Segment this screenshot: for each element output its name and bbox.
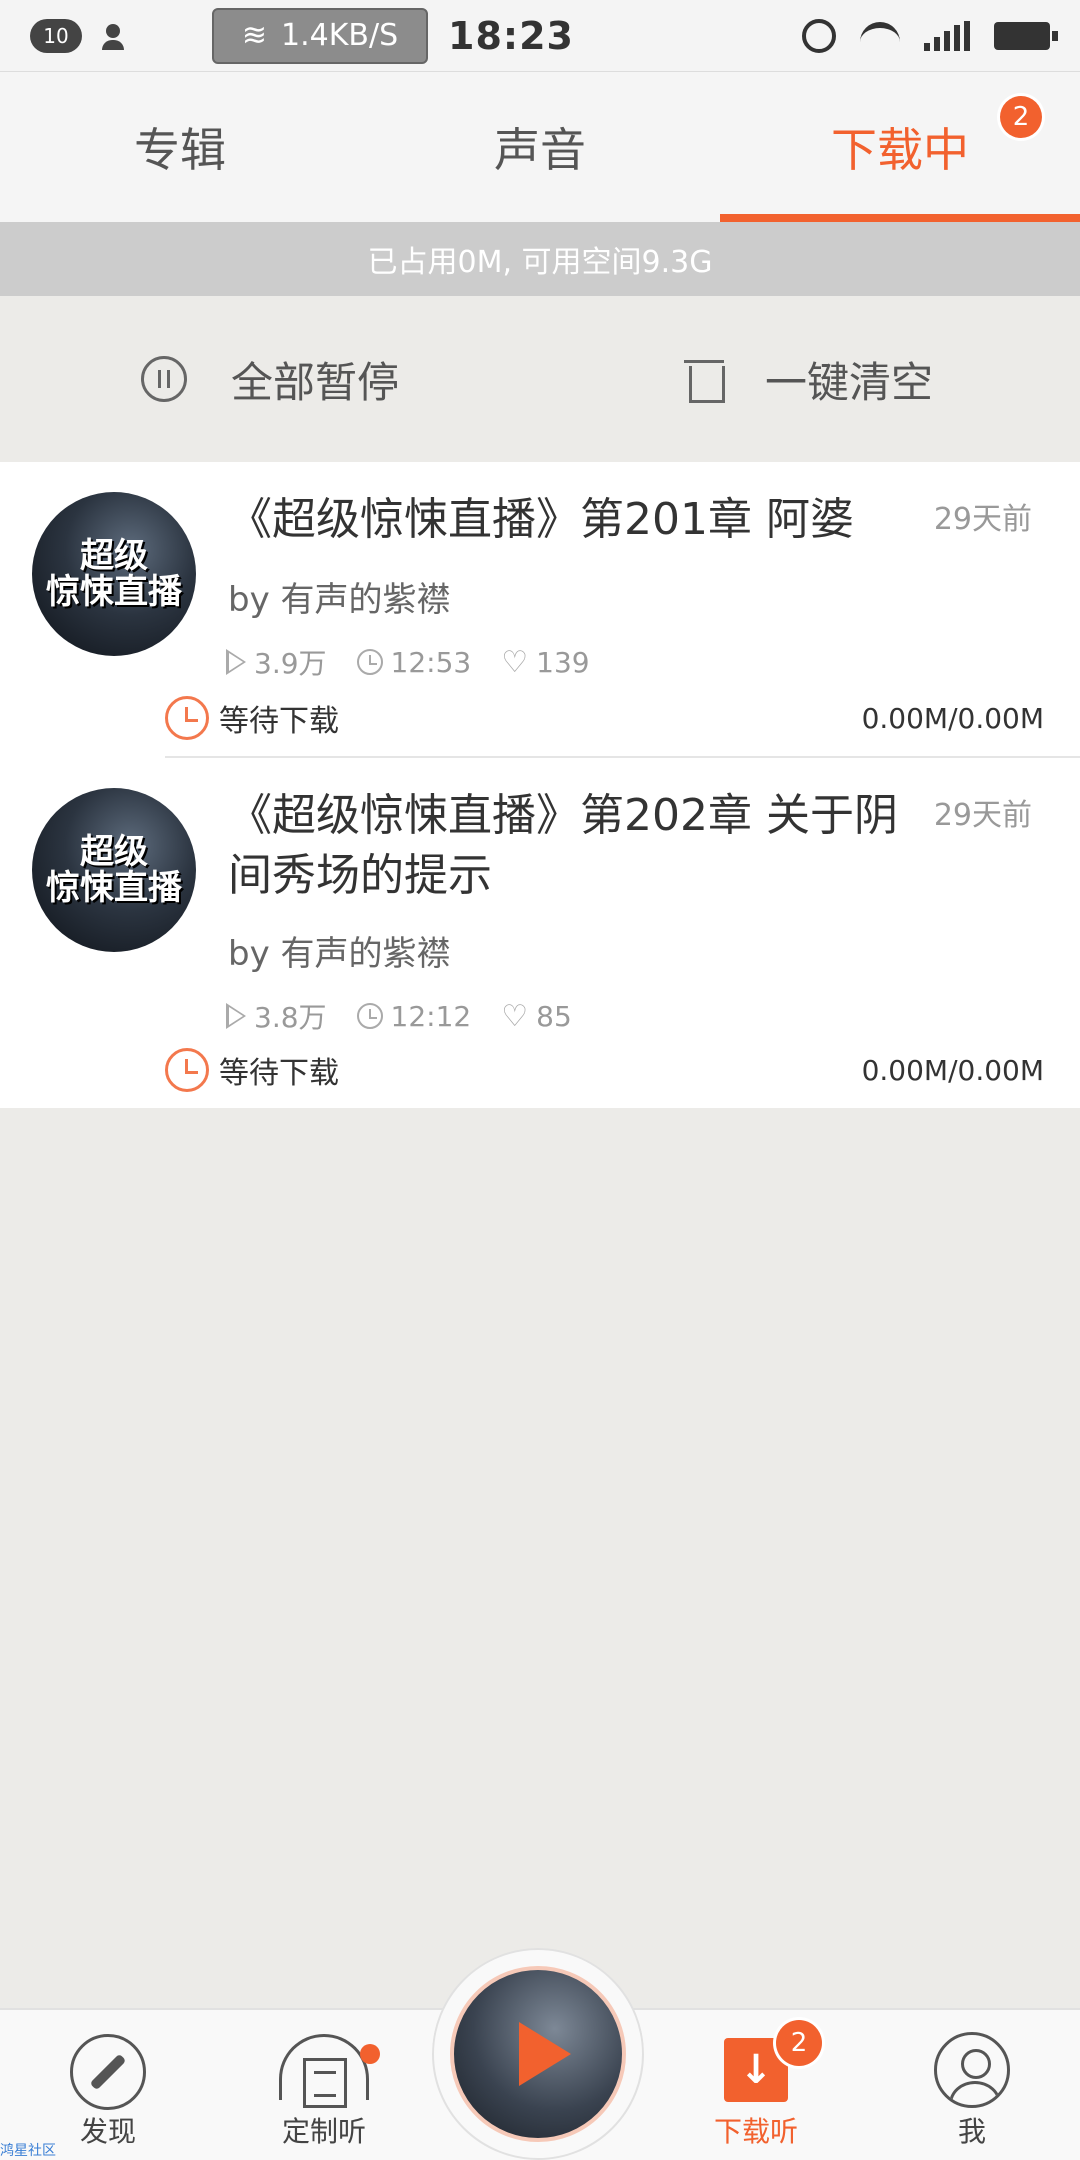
like-count: 85 xyxy=(536,999,572,1033)
track-author: by 有声的紫襟 xyxy=(228,580,451,620)
play-count-icon xyxy=(226,649,246,675)
tab-sounds-label: 声音 xyxy=(494,123,586,177)
time-ago: 29天前 xyxy=(933,502,1032,537)
waiting-clock-icon xyxy=(165,1048,209,1092)
track-stats: 3.8万 12:12 ♡ 85 xyxy=(226,996,572,1036)
tab-downloading[interactable]: 下载中 2 xyxy=(720,72,1080,222)
compass-icon xyxy=(70,2034,146,2110)
tab-downloading-label: 下载中 xyxy=(831,123,969,177)
network-speed-indicator: ≋ 1.4KB/S xyxy=(212,7,428,64)
duration: 12:53 xyxy=(390,645,472,679)
nav-discover[interactable]: 发现 xyxy=(0,2010,216,2160)
battery-charging-icon xyxy=(994,21,1058,50)
tab-downloading-badge: 2 xyxy=(1000,96,1042,138)
notification-count-badge: 10 xyxy=(30,18,82,53)
app-screen: 10 ≋ 1.4KB/S 18:23 专辑 声音 下载中 2 已占用0M, 可用… xyxy=(0,0,1080,2160)
download-size: 0.00M/0.00M xyxy=(861,701,1044,735)
like-icon: ♡ xyxy=(501,644,529,680)
wifi-icon xyxy=(860,21,900,50)
now-playing-button[interactable] xyxy=(432,1948,644,2160)
storage-info-text: 已占用0M, 可用空间9.3G xyxy=(367,245,713,280)
clock-time: 18:23 xyxy=(448,13,574,58)
watermark-text: 鸿星社区 xyxy=(0,2143,56,2159)
alarm-icon xyxy=(802,18,836,53)
waiting-clock-icon xyxy=(165,696,209,740)
trash-icon xyxy=(683,356,725,403)
nav-custom-label: 定制听 xyxy=(281,2115,366,2148)
nav-download-label: 下载听 xyxy=(713,2115,798,2148)
storage-info-bar: 已占用0M, 可用空间9.3G xyxy=(0,222,1080,296)
bulk-actions: 全部暂停 一键清空 xyxy=(0,296,1080,462)
play-icon xyxy=(519,2022,571,2086)
album-cover-text: 超级 惊悚直播 xyxy=(46,536,182,612)
like-count: 139 xyxy=(536,645,590,679)
contacts-icon xyxy=(102,20,142,52)
pause-all-label: 全部暂停 xyxy=(230,357,399,407)
track-author: by 有声的紫襟 xyxy=(228,934,451,974)
album-cover: 超级 惊悚直播 xyxy=(32,788,196,952)
pause-icon xyxy=(140,356,187,402)
list-item[interactable]: 超级 惊悚直播 《超级惊悚直播》第201章 阿婆 29天前 by 有声的紫襟 3.… xyxy=(0,462,1080,758)
tab-albums-label: 专辑 xyxy=(134,123,226,177)
nav-me-label: 我 xyxy=(957,2115,986,2148)
download-status-row: 等待下载 0.00M/0.00M xyxy=(165,1048,1044,1092)
now-playing-cover xyxy=(450,1966,626,2142)
clear-all-button[interactable]: 一键清空 xyxy=(540,296,1080,462)
download-status: 等待下载 xyxy=(219,704,339,739)
track-title: 《超级惊悚直播》第201章 阿婆 xyxy=(228,494,854,545)
status-icons xyxy=(802,18,1058,53)
download-status: 等待下载 xyxy=(219,1056,339,1091)
list-item[interactable]: 超级 惊悚直播 《超级惊悚直播》第202章 关于阴间秀场的提示 29天前 by 有… xyxy=(0,758,1080,1108)
wifi-small-icon: ≋ xyxy=(241,18,267,53)
status-bar: 10 ≋ 1.4KB/S 18:23 xyxy=(0,0,1080,72)
pause-all-button[interactable]: 全部暂停 xyxy=(0,296,540,462)
nav-download[interactable]: ↓ 2 下载听 xyxy=(648,2010,864,2160)
download-status-row: 等待下载 0.00M/0.00M xyxy=(165,696,1044,740)
download-size: 0.00M/0.00M xyxy=(861,1053,1044,1087)
signal-icon xyxy=(924,20,970,51)
download-badge: 2 xyxy=(776,2020,822,2066)
play-count: 3.9万 xyxy=(254,647,327,680)
like-icon: ♡ xyxy=(501,998,529,1034)
nav-custom-listen[interactable]: 定制听 xyxy=(216,2010,432,2160)
duration-icon xyxy=(356,649,383,675)
tab-sounds[interactable]: 声音 xyxy=(360,72,720,222)
active-tab-underline xyxy=(720,214,1080,222)
album-cover: 超级 惊悚直播 xyxy=(32,492,196,656)
track-stats: 3.9万 12:53 ♡ 139 xyxy=(226,642,590,682)
play-count: 3.8万 xyxy=(254,1001,327,1034)
track-title: 《超级惊悚直播》第202章 关于阴间秀场的提示 xyxy=(228,790,898,901)
notification-dot xyxy=(360,2044,380,2064)
time-ago: 29天前 xyxy=(933,798,1032,833)
nav-discover-label: 发现 xyxy=(79,2115,136,2148)
person-icon xyxy=(934,2032,1010,2108)
tab-albums[interactable]: 专辑 xyxy=(0,72,360,222)
headphone-icon xyxy=(279,2034,369,2110)
play-count-icon xyxy=(226,1003,246,1029)
nav-me[interactable]: 我 xyxy=(864,2010,1080,2160)
tab-bar: 专辑 声音 下载中 2 xyxy=(0,72,1080,222)
duration-icon xyxy=(356,1003,383,1029)
album-cover-text: 超级 惊悚直播 xyxy=(46,832,182,908)
duration: 12:12 xyxy=(390,999,472,1033)
network-speed-text: 1.4KB/S xyxy=(281,18,399,53)
download-list: 超级 惊悚直播 《超级惊悚直播》第201章 阿婆 29天前 by 有声的紫襟 3.… xyxy=(0,462,1080,1108)
clear-all-label: 一键清空 xyxy=(764,357,933,407)
